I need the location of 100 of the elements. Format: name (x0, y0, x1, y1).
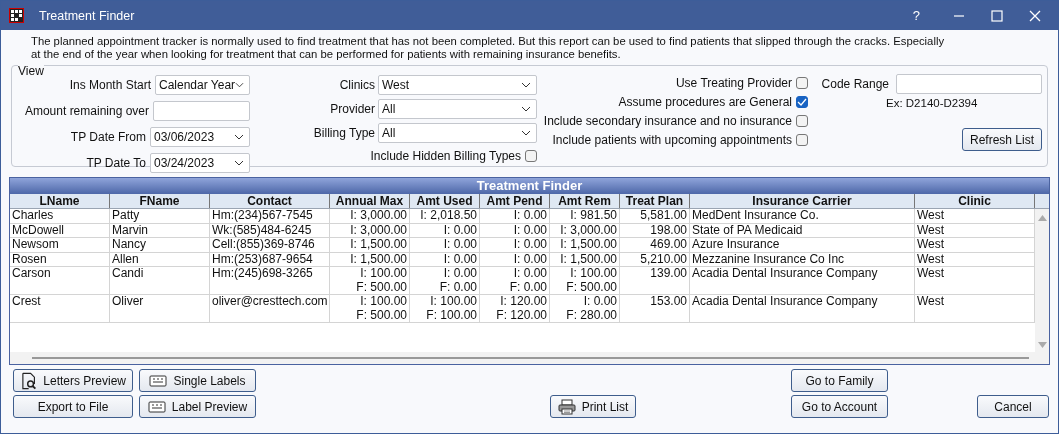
dropdown[interactable]: All (378, 98, 537, 119)
date-picker[interactable]: 03/24/2023 (150, 152, 250, 173)
checkbox[interactable] (796, 96, 808, 108)
hint-text: Ex: D2140-D2394 (886, 97, 978, 109)
checkbox[interactable] (525, 150, 537, 162)
help-button[interactable]: ? (912, 8, 920, 23)
column-header[interactable]: Treat Plan (620, 194, 690, 208)
action-button[interactable]: Go to Family (791, 369, 888, 392)
table-cell: I: 1,500.00 (550, 252, 620, 266)
column-header[interactable]: Amt Used (410, 194, 480, 208)
action-button[interactable]: Export to File (13, 395, 133, 418)
checkbox-label: Assume procedures are General (618, 95, 792, 109)
table-cell: Rosen (10, 252, 110, 266)
table-cell: 5,581.00 (620, 209, 690, 223)
table-cell: I: 3,000.00 (550, 223, 620, 237)
cancel-button[interactable]: Cancel (977, 395, 1049, 418)
table-cell: I: 0.00 F: 0.00 (480, 267, 550, 294)
table-cell: Cell:(855)369-8746 (210, 238, 330, 252)
table-cell: I: 3,000.00 (330, 223, 410, 237)
field-label: Clinics (339, 77, 375, 92)
table-cell: Acadia Dental Insurance Company (690, 295, 915, 322)
column-header[interactable]: Amt Pend (480, 194, 550, 208)
table-cell: 139.00 (620, 267, 690, 294)
column-header[interactable]: LName (10, 194, 110, 208)
table-cell: 469.00 (620, 238, 690, 252)
table-cell: 153.00 (620, 295, 690, 322)
table-cell: Candi (110, 267, 210, 294)
column-header[interactable]: Contact (210, 194, 330, 208)
table-cell: I: 100.00 F: 100.00 (410, 295, 480, 322)
table-cell: State of PA Medicaid (690, 223, 915, 237)
column-header[interactable]: Insurance Carrier (690, 194, 915, 208)
checkbox[interactable] (796, 134, 808, 146)
table-cell: Charles (10, 209, 110, 223)
table-cell: 198.00 (620, 223, 690, 237)
chevron-icon (234, 133, 244, 140)
field-label: Provider (330, 101, 375, 116)
table-cell: oliver@cresttech.com (210, 295, 330, 322)
checkbox-label: Include Hidden Billing Types (370, 149, 521, 163)
field-label: TP Date From (70, 129, 146, 144)
action-button[interactable]: Print List (550, 395, 636, 418)
grid-title: Treatment Finder (10, 178, 1049, 194)
table-cell: Crest (10, 295, 110, 322)
input-field[interactable] (896, 74, 1042, 94)
description-text: The planned appointment tracker is normally used to find treatment that has not been completed. But this report can be used to find patients that slipped through the cracks. Especially at the end of the year when looking for treatment that can be performed for patients with remaining insurance benefits. (31, 35, 946, 61)
table-cell: Marvin (110, 223, 210, 237)
table-cell: I: 120.00 F: 120.00 (480, 295, 550, 322)
checkbox[interactable] (796, 77, 808, 89)
table-cell: I: 0.00 F: 280.00 (550, 295, 620, 322)
horizontal-scrollbar[interactable] (10, 352, 1049, 364)
action-button[interactable]: Letters Preview (13, 369, 133, 392)
close-icon[interactable] (1029, 9, 1041, 22)
field-label: Ins Month Start (69, 77, 151, 92)
action-button[interactable]: Go to Account (791, 395, 888, 418)
label-icon (149, 374, 168, 387)
group-title: View (18, 64, 44, 78)
field-label: Amount remaining over (24, 103, 149, 118)
checkbox-label: Use Treating Provider (675, 76, 792, 90)
dropdown[interactable]: All (378, 122, 537, 143)
column-header[interactable]: Clinic (915, 194, 1035, 208)
table-cell: Patty (110, 209, 210, 223)
table-cell: Newsom (10, 238, 110, 252)
magnifier-page-icon (20, 371, 38, 390)
table-cell: I: 1,500.00 (330, 238, 410, 252)
window-title: Treatment Finder (39, 8, 136, 23)
column-header[interactable]: Annual Max (330, 194, 410, 208)
table-cell: I: 0.00 (410, 238, 480, 252)
table-cell: I: 0.00 (410, 223, 480, 237)
chevron-icon (521, 105, 531, 112)
column-header[interactable]: Amt Rem (550, 194, 620, 208)
chevron-icon (521, 129, 531, 136)
printer-icon (557, 398, 576, 415)
input-field[interactable] (153, 100, 250, 121)
table-cell: 5,210.00 (620, 252, 690, 266)
table-cell: Acadia Dental Insurance Company (690, 267, 915, 294)
field-label: Billing Type (313, 125, 375, 140)
action-button[interactable]: Label Preview (139, 395, 256, 418)
table-cell: I: 1,500.00 (550, 238, 620, 252)
table-cell: Oliver (110, 295, 210, 322)
table-cell: I: 1,500.00 (330, 252, 410, 266)
table-cell: Wk:(585)484-6245 (210, 223, 330, 237)
dropdown[interactable]: West (378, 74, 537, 95)
table-cell: Hm:(245)698-3265 (210, 267, 330, 294)
checkbox[interactable] (796, 115, 808, 127)
table-cell: MedDent Insurance Co. (690, 209, 915, 223)
dropdown[interactable]: Calendar Year (155, 74, 250, 95)
maximize-icon[interactable] (991, 9, 1003, 22)
column-header[interactable]: FName (110, 194, 210, 208)
table-cell: I: 0.00 (410, 252, 480, 266)
table-cell: McDowell (10, 223, 110, 237)
table-cell: Azure Insurance (690, 238, 915, 252)
table-cell: I: 3,000.00 (330, 209, 410, 223)
table-cell: Hm:(234)567-7545 (210, 209, 330, 223)
action-button[interactable]: Single Labels (139, 369, 256, 392)
refresh-button[interactable]: Refresh List (962, 128, 1042, 151)
checkbox-label: Include patients with upcoming appointments (552, 133, 792, 147)
date-picker[interactable]: 03/06/2023 (150, 126, 250, 147)
chevron-icon (235, 81, 244, 88)
table-cell: I: 100.00 F: 500.00 (330, 267, 410, 294)
table-cell: Nancy (110, 238, 210, 252)
chevron-icon (521, 81, 531, 88)
